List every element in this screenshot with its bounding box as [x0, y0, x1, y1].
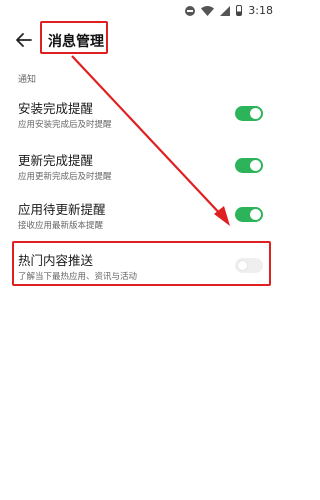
update-complete-toggle[interactable] — [235, 158, 263, 173]
status-time: 3:18 — [248, 4, 273, 17]
do-not-disturb-icon — [185, 5, 196, 16]
battery-icon — [236, 5, 243, 16]
setting-title: 安装完成提醒 — [18, 101, 94, 116]
setting-row-update-complete[interactable]: 更新完成提醒 应用更新完成后及时提醒 — [0, 150, 281, 194]
setting-desc: 应用安装完成后及时提醒 — [18, 120, 112, 130]
header: 消息管理 — [0, 24, 281, 56]
section-label-notifications: 通知 — [18, 75, 37, 85]
status-icons: 3:18 — [185, 4, 273, 17]
setting-title: 更新完成提醒 — [18, 153, 94, 168]
setting-title: 热门内容推送 — [18, 253, 94, 268]
toggle-knob — [250, 209, 261, 220]
hot-content-push-toggle[interactable] — [235, 258, 263, 273]
toggle-knob — [250, 108, 261, 119]
setting-row-hot-content-push[interactable]: 热门内容推送 了解当下最热应用、资讯与活动 — [0, 250, 281, 294]
toggle-knob — [250, 160, 261, 171]
pending-update-toggle[interactable] — [235, 207, 263, 222]
wifi-icon — [201, 5, 215, 16]
signal-icon — [220, 5, 231, 16]
setting-desc: 接收应用最新版本提醒 — [18, 221, 104, 231]
page-title: 消息管理 — [48, 34, 104, 50]
setting-row-pending-update[interactable]: 应用待更新提醒 接收应用最新版本提醒 — [0, 199, 281, 243]
toggle-knob — [237, 260, 248, 271]
setting-desc: 了解当下最热应用、资讯与活动 — [18, 272, 138, 282]
setting-title: 应用待更新提醒 — [18, 202, 106, 217]
setting-row-install-complete[interactable]: 安装完成提醒 应用安装完成后及时提醒 — [0, 98, 281, 142]
status-bar: 3:18 — [0, 0, 281, 22]
setting-desc: 应用更新完成后及时提醒 — [18, 172, 112, 182]
arrow-left-icon[interactable] — [14, 30, 34, 50]
install-complete-toggle[interactable] — [235, 106, 263, 121]
